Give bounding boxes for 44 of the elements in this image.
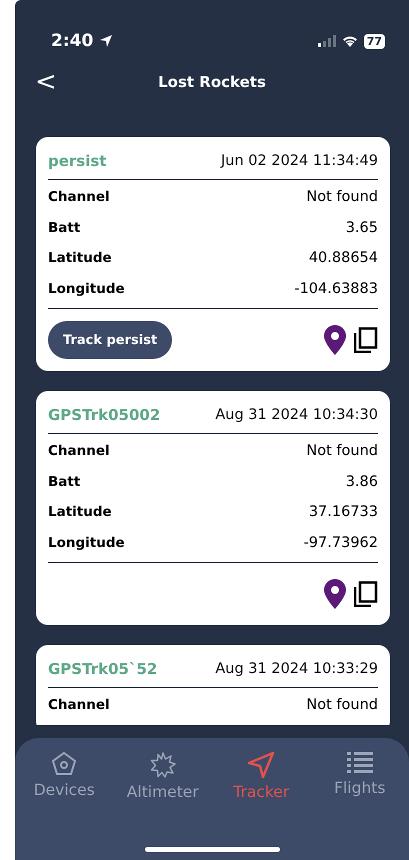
pentagon-icon [51,751,78,777]
timestamp: Aug 31 2024 10:34:30 [215,407,378,423]
status-time: 2:40 [51,31,94,51]
rocket-name: GPSTrk05002 [48,406,160,424]
field-label: Batt [48,474,80,490]
field-value: 37.16733 [308,504,378,520]
field-value: 3.65 [346,220,378,236]
field-value: 3.86 [346,474,378,490]
navigation-arrow-icon [247,751,276,779]
back-button[interactable]: < [15,67,57,97]
field-label: Batt [48,220,80,236]
location-arrow-icon [99,34,114,48]
battery-indicator: 77 [364,34,385,48]
field-value: Not found [306,697,378,714]
map-pin-icon[interactable] [324,325,346,355]
tab-bar-item[interactable]: Altimeter [114,750,212,802]
field-label: Latitude [48,504,112,520]
rocket-name: persist [48,152,106,170]
starburst-icon [148,751,177,779]
field-label: Channel [48,189,110,206]
timestamp: Aug 31 2024 10:33:29 [215,661,378,677]
list-icon [346,751,373,775]
field-value: Not found [306,443,378,460]
field-value: -104.63883 [294,280,378,297]
field-label: Longitude [48,280,125,297]
copy-icon[interactable] [354,327,378,353]
field-label: Longitude [48,534,125,551]
field-label: Channel [48,443,110,460]
rocket-name: GPSTrk05`52 [48,660,158,678]
tab-bar-item[interactable]: Flights [310,750,409,802]
field-value: 40.88654 [308,250,378,266]
timestamp: Jun 02 2024 11:34:49 [221,153,378,169]
field-label: Latitude [48,250,112,266]
tab-bar-item[interactable]: Tracker [212,750,310,802]
signal-icon [318,35,336,47]
copy-icon[interactable] [354,581,378,607]
field-value: Not found [306,189,378,206]
field-label: Channel [48,697,110,714]
screen-title: Lost Rockets [158,73,266,91]
field-value: -97.73962 [304,534,378,551]
tab-bar-item[interactable]: Devices [15,750,114,802]
wifi-icon [342,35,358,47]
map-pin-icon[interactable] [324,579,346,609]
track-button[interactable]: Track persist [48,321,172,359]
